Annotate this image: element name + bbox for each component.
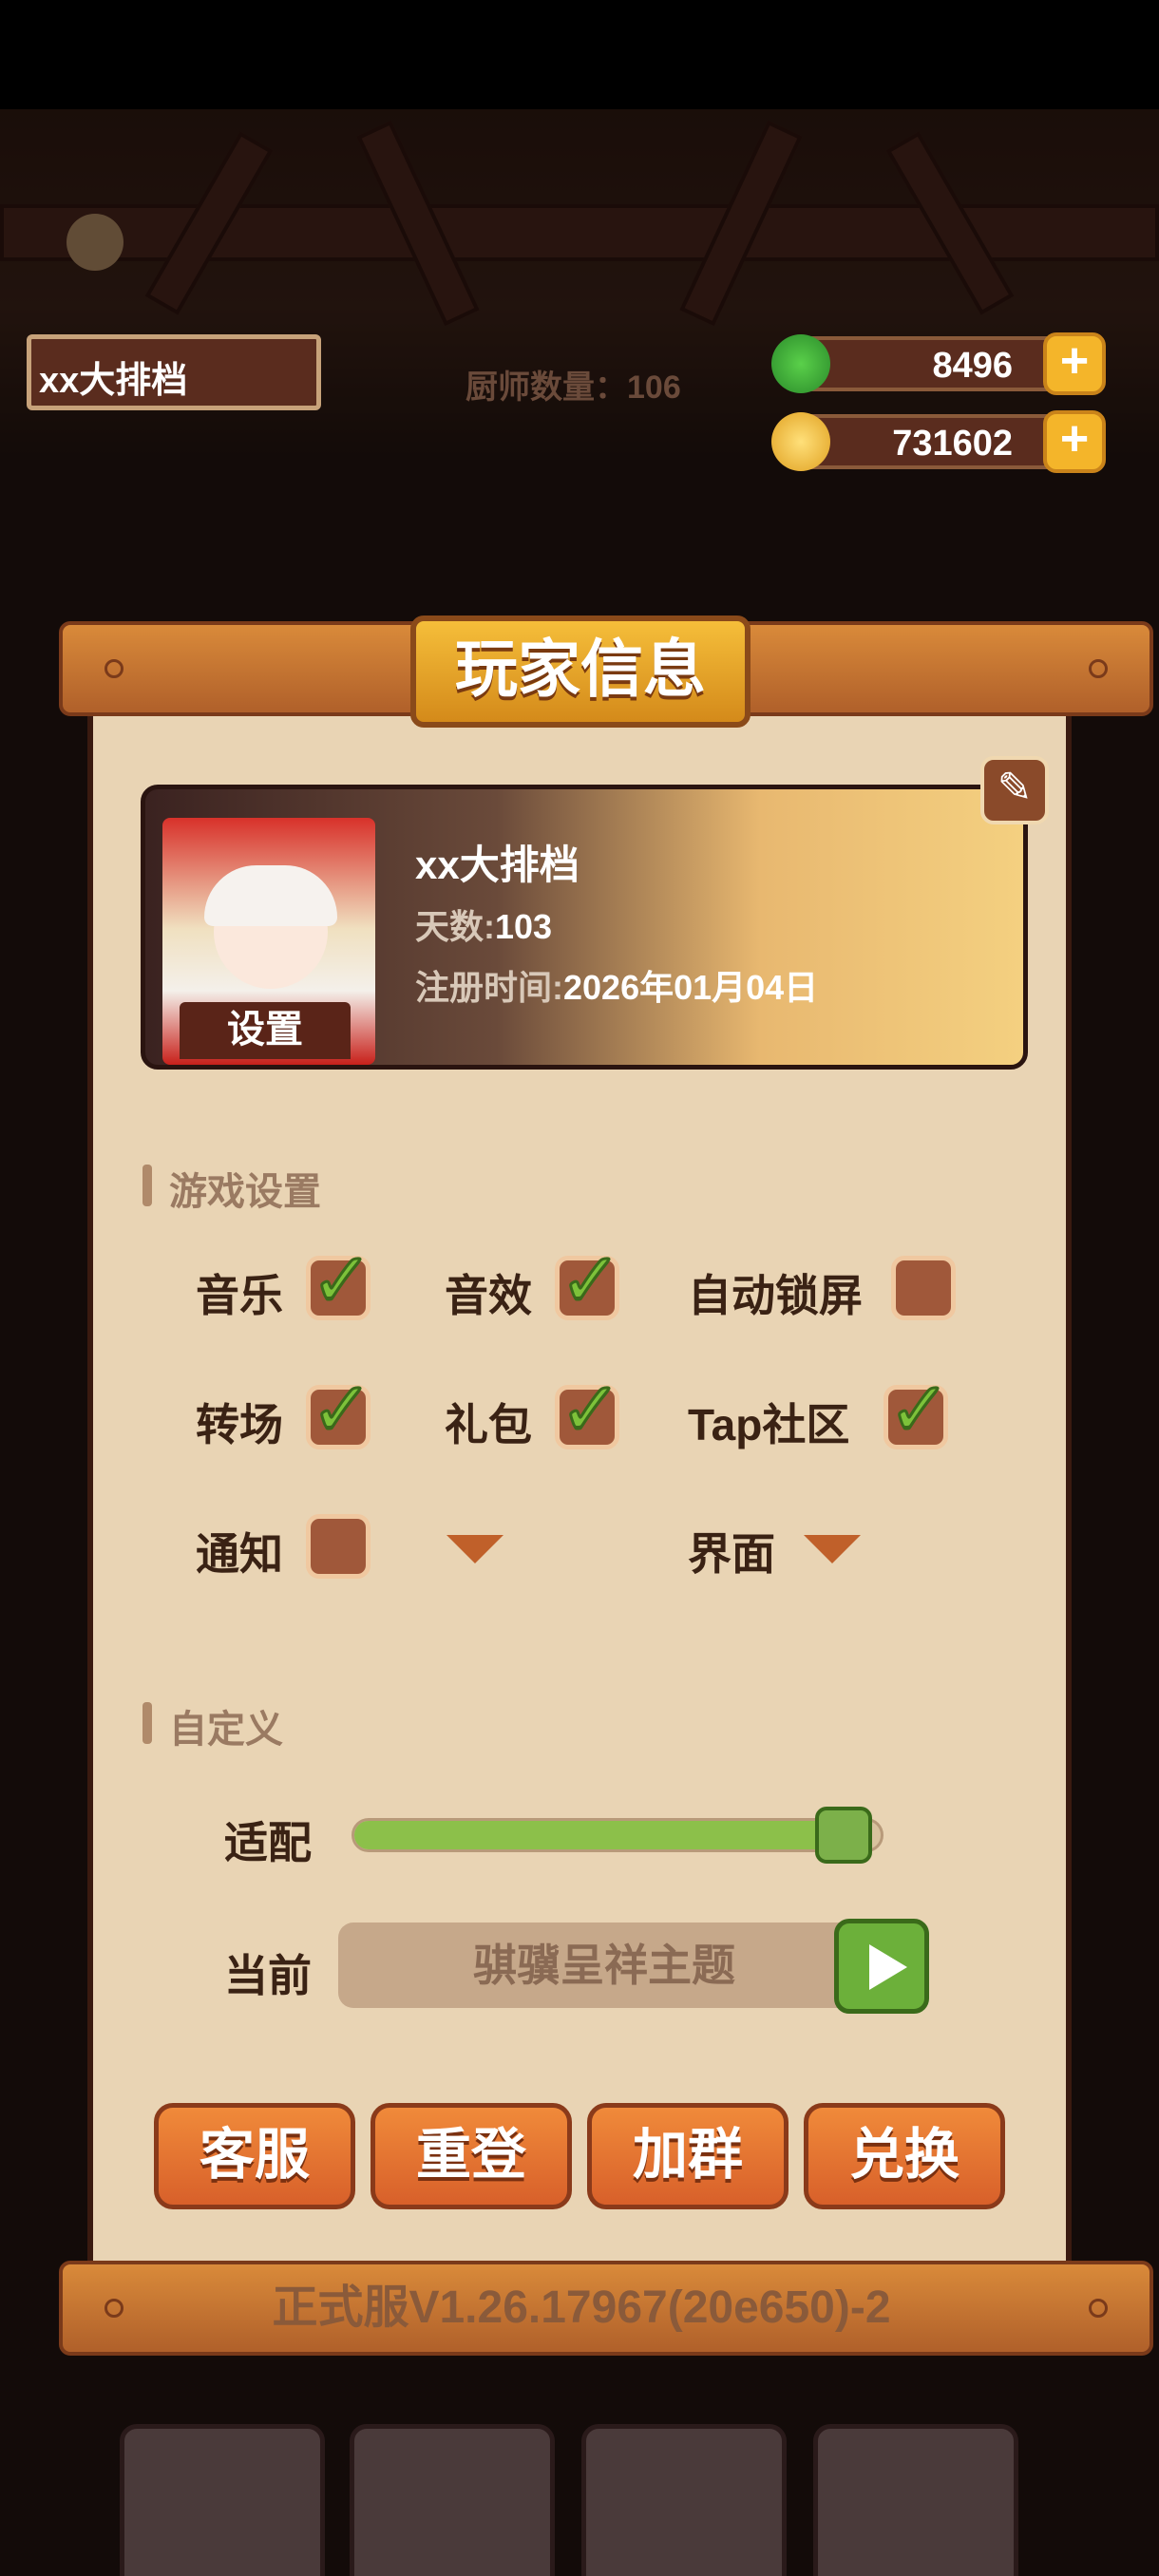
chef-portrait: [350, 2424, 555, 2576]
register-label: 注册时间:: [415, 968, 563, 1007]
theme-name: 骐骥呈祥主题: [338, 1923, 870, 2008]
option-label: 音效: [445, 1271, 532, 1320]
interface-dropdown-arrow-icon[interactable]: [804, 1535, 861, 1563]
nail-icon: [104, 659, 124, 678]
version-text: 正式服V1.26.17967(20e650)-2: [272, 2282, 891, 2333]
add-jade-button[interactable]: +: [1043, 332, 1106, 395]
days-label: 天数:: [415, 907, 495, 946]
gift-checkbox[interactable]: ✓: [555, 1367, 623, 1450]
chef-count: 厨师数量：106: [466, 369, 681, 406]
adapt-slider-fill: [354, 1821, 845, 1849]
adapt-slider[interactable]: [352, 1807, 884, 1864]
current-label: 当前: [224, 1951, 312, 2000]
chef-portrait: [120, 2424, 325, 2576]
notification-checkbox[interactable]: [306, 1514, 370, 1579]
option-label: 通知: [196, 1529, 283, 1579]
avatar-hair: [204, 865, 337, 926]
option-label: Tap社区: [688, 1400, 850, 1449]
profile-name: xx大排档: [415, 843, 580, 887]
custom-heading: 自定义: [142, 1698, 283, 1753]
auto-lock-checkbox[interactable]: [891, 1256, 956, 1320]
coin-value: 731602: [892, 424, 1013, 464]
check-icon: ✓: [559, 1367, 623, 1450]
edit-icon[interactable]: ✎: [980, 756, 1049, 824]
music-checkbox[interactable]: ✓: [306, 1238, 374, 1321]
register-date: 2026年01月04日: [563, 968, 819, 1007]
chef-portrait: [813, 2424, 1018, 2576]
game-settings-heading: 游戏设置: [142, 1161, 321, 1216]
chef-portrait: [581, 2424, 787, 2576]
avatar-settings-button[interactable]: 设置: [180, 1002, 351, 1059]
option-label: 自动锁屏: [688, 1271, 863, 1320]
join-group-button[interactable]: 加群: [587, 2103, 788, 2209]
jade-value: 8496: [932, 346, 1013, 386]
check-icon: ✓: [559, 1238, 623, 1321]
relogin-button[interactable]: 重登: [370, 2103, 572, 2209]
coin-icon: [771, 412, 830, 471]
option-label: 转场: [196, 1400, 283, 1449]
adapt-slider-handle[interactable]: [815, 1807, 873, 1864]
shop-name-field[interactable]: xx大排档: [27, 334, 321, 410]
dropdown-arrow-icon[interactable]: [446, 1535, 504, 1563]
tap-community-checkbox[interactable]: ✓: [884, 1367, 952, 1450]
option-label: 礼包: [445, 1400, 532, 1449]
days-value: 103: [495, 907, 553, 946]
check-icon: ✓: [310, 1367, 374, 1450]
check-icon: ✓: [887, 1367, 952, 1450]
redeem-button[interactable]: 兑换: [804, 2103, 1005, 2209]
check-icon: ✓: [310, 1238, 374, 1321]
play-icon[interactable]: [834, 1919, 929, 2014]
customer-service-button[interactable]: 客服: [154, 2103, 355, 2209]
sound-checkbox[interactable]: ✓: [555, 1238, 623, 1321]
option-label: 音乐: [196, 1271, 283, 1320]
adapt-label: 适配: [224, 1818, 312, 1867]
interface-label: 界面: [688, 1529, 775, 1579]
panel-title: 玩家信息: [410, 616, 750, 728]
add-coin-button[interactable]: +: [1043, 410, 1106, 473]
transition-checkbox[interactable]: ✓: [306, 1367, 374, 1450]
nail-icon: [1089, 659, 1108, 678]
jade-icon: [771, 334, 830, 393]
profile-card: 设置 xx大排档 天数:103 注册时间:2026年01月04日: [141, 785, 1028, 1070]
